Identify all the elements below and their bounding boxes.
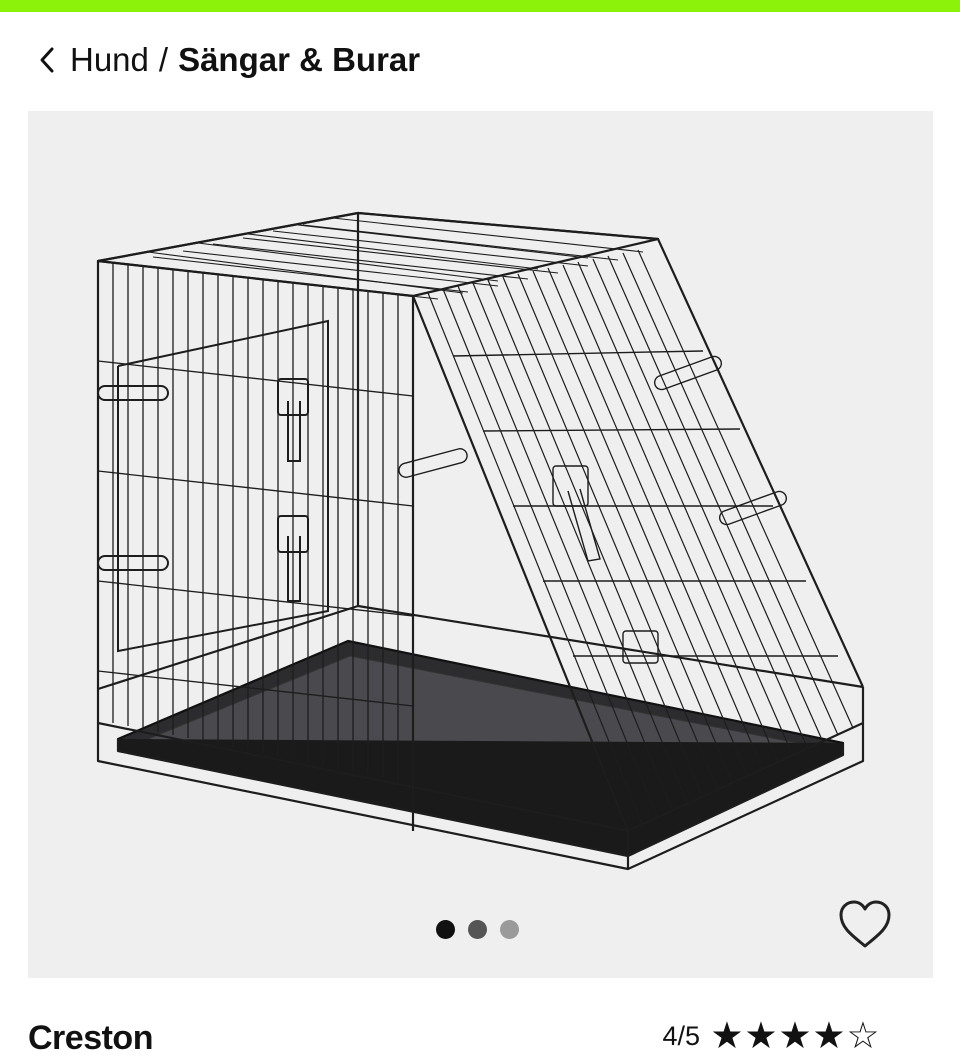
star-empty-icon: ☆ bbox=[846, 1014, 880, 1057]
accent-top-bar bbox=[0, 0, 960, 12]
breadcrumb-separator: / bbox=[158, 41, 169, 78]
chevron-left-icon bbox=[36, 45, 58, 75]
breadcrumb: Hund / Sängar & Burar bbox=[36, 38, 420, 82]
rating-stars: ★ ★ ★ ★ ☆ bbox=[710, 1014, 880, 1058]
product-brand[interactable]: Creston bbox=[28, 1016, 153, 1060]
carousel-dot-1[interactable] bbox=[436, 920, 455, 939]
product-rating[interactable]: 4/5 ★ ★ ★ ★ ☆ bbox=[662, 1014, 880, 1058]
product-image bbox=[96, 211, 865, 871]
product-image-gallery[interactable] bbox=[28, 111, 933, 978]
carousel-dots bbox=[436, 920, 519, 939]
rating-text: 4/5 bbox=[662, 1020, 700, 1051]
star-filled-icon: ★ bbox=[778, 1014, 812, 1057]
breadcrumb-current: Sängar & Burar bbox=[178, 41, 421, 78]
star-filled-icon: ★ bbox=[744, 1014, 778, 1057]
carousel-dot-3[interactable] bbox=[500, 920, 519, 939]
favorite-button[interactable] bbox=[835, 898, 895, 952]
star-filled-icon: ★ bbox=[710, 1014, 744, 1057]
back-link[interactable]: Hund bbox=[36, 41, 149, 79]
heart-outline-icon bbox=[839, 900, 891, 948]
breadcrumb-parent[interactable]: Hund bbox=[70, 41, 149, 79]
carousel-dot-2[interactable] bbox=[468, 920, 487, 939]
star-filled-icon: ★ bbox=[812, 1014, 846, 1057]
